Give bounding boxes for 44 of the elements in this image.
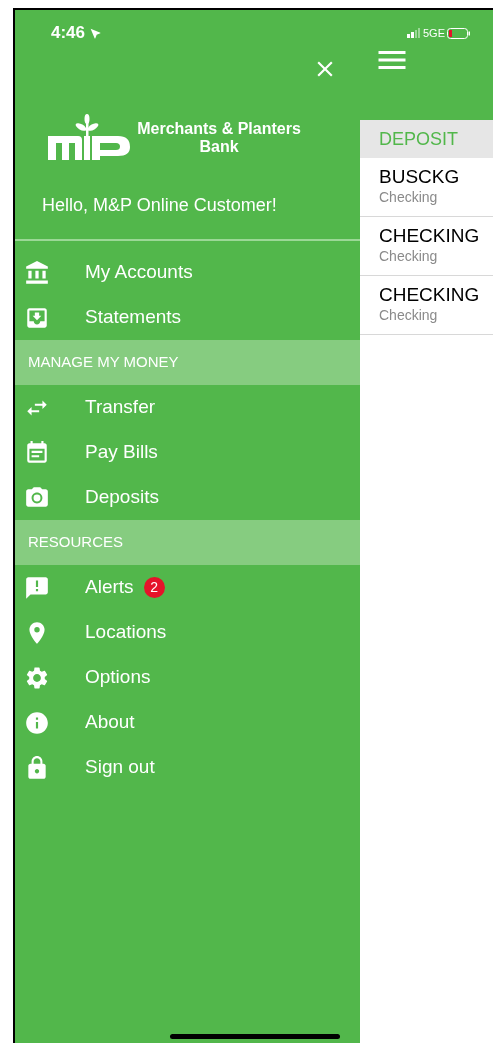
account-row[interactable]: CHECKING Checking	[360, 276, 493, 335]
bank-icon	[24, 259, 50, 286]
menu-item[interactable]: Transfer	[15, 385, 360, 430]
menu-label: My Accounts	[85, 260, 193, 285]
location-arrow-icon	[89, 26, 103, 40]
account-row[interactable]: BUSCKG Checking	[360, 158, 493, 217]
notification-badge: 2	[143, 577, 165, 598]
menu-label: Sign out	[85, 755, 155, 780]
signal-icon	[407, 28, 421, 38]
account-type: Checking	[379, 188, 439, 206]
menu-label: Options	[85, 665, 151, 690]
section-header: MANAGE MY MONEY	[15, 340, 360, 385]
account-name: CHECKING	[379, 225, 481, 247]
menu-label: Alerts	[85, 575, 134, 600]
section-header: DEPOSIT	[360, 120, 493, 158]
menu-item[interactable]: Pay Bills	[15, 430, 360, 475]
menu-label: Deposits	[85, 485, 159, 510]
network-label: 5GE	[423, 28, 445, 38]
menu-label: Statements	[85, 305, 182, 330]
account-type: Checking	[379, 306, 439, 324]
menu-item[interactable]: Locations	[15, 610, 360, 655]
menu-label: Pay Bills	[85, 440, 158, 465]
account-type: Checking	[379, 247, 439, 265]
calendar-icon	[24, 439, 50, 466]
info-icon	[24, 709, 50, 736]
account-name: BUSCKG	[379, 166, 461, 188]
battery-icon	[447, 28, 471, 39]
menu-label: Locations	[85, 620, 167, 645]
menu-label: About	[85, 710, 135, 735]
menu-item[interactable]: Statements	[15, 295, 360, 340]
menu-label: Transfer	[85, 395, 156, 420]
menu-item[interactable]: Deposits	[15, 475, 360, 520]
greeting: Hello, M&P Online Customer!	[41, 194, 278, 217]
menu-item[interactable]: About	[15, 700, 360, 745]
section-header: RESOURCES	[15, 520, 360, 565]
account-row[interactable]: CHECKING Checking	[360, 217, 493, 276]
bank-name: Merchants & Planters Bank	[136, 120, 302, 156]
menu-item[interactable]: Sign out	[15, 745, 360, 790]
menu-item[interactable]: My Accounts	[15, 250, 360, 295]
account-name: CHECKING	[379, 284, 481, 306]
status-time: 4:46	[51, 22, 86, 45]
alert-icon	[24, 574, 50, 601]
menu-item[interactable]: Alerts 2	[15, 565, 360, 610]
menu-item[interactable]: Options	[15, 655, 360, 700]
